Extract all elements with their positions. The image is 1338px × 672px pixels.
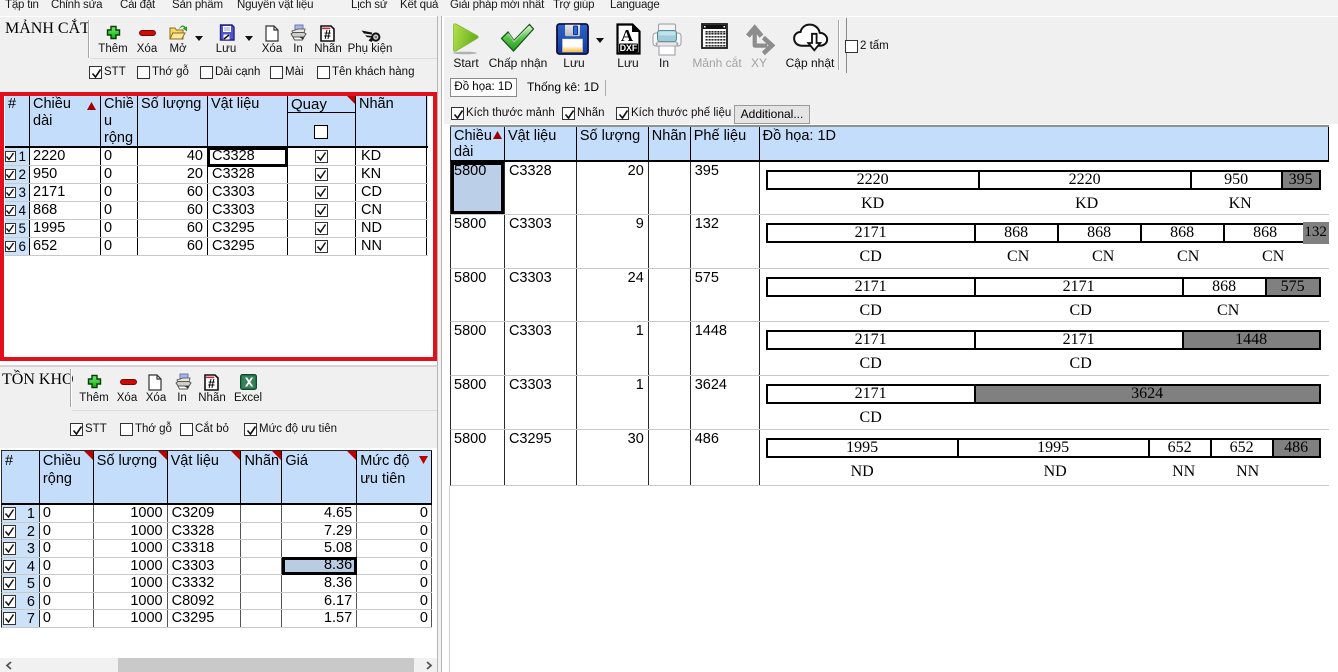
svg-text:DXF: DXF	[620, 43, 638, 53]
svg-text:#: #	[324, 28, 331, 42]
svg-text:#: #	[208, 377, 215, 391]
